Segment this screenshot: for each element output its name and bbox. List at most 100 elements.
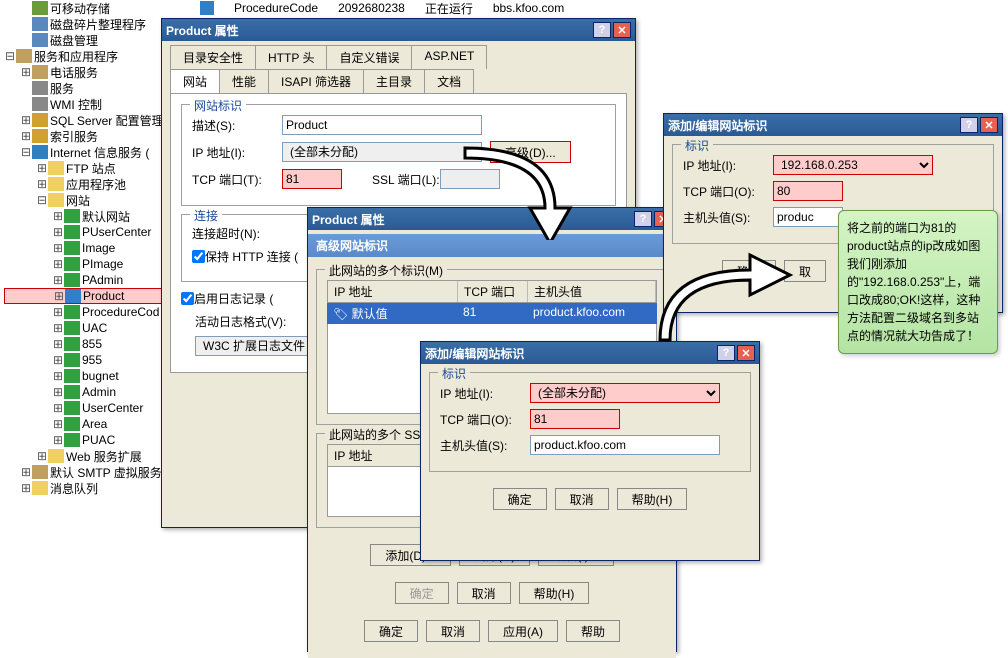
tree-icon [32, 65, 48, 79]
expand-icon[interactable]: ⊞ [53, 289, 65, 303]
tcp-port-input[interactable] [282, 169, 342, 189]
cancel-button[interactable]: 取消 [555, 488, 609, 510]
expand-icon[interactable]: ⊞ [52, 353, 64, 367]
tab[interactable]: 主目录 [363, 69, 425, 93]
expand-icon[interactable]: ⊞ [52, 209, 64, 223]
expand-icon[interactable]: ⊟ [20, 145, 32, 159]
cancel-button[interactable]: 取消 [457, 582, 511, 604]
tab[interactable]: ASP.NET [411, 45, 487, 69]
expand-icon[interactable]: ⊞ [52, 369, 64, 383]
keep-http-checkbox[interactable] [192, 250, 205, 263]
tree-icon [48, 177, 64, 191]
tab[interactable]: 文档 [424, 69, 474, 93]
tree-icon [64, 337, 80, 351]
tree-label: UserCenter [82, 401, 143, 415]
titlebar[interactable]: 添加/编辑网站标识 ? ✕ [664, 114, 1002, 136]
expand-icon[interactable]: ⊞ [52, 225, 64, 239]
tree-label: Web 服务扩展 [66, 448, 142, 465]
cancel-button[interactable]: 取消 [426, 620, 480, 642]
expand-icon[interactable]: ⊞ [20, 65, 32, 79]
expand-icon[interactable]: ⊞ [36, 161, 48, 175]
ok-button[interactable]: 确定 [364, 620, 418, 642]
expand-icon[interactable]: ⊞ [52, 241, 64, 255]
help-button[interactable]: 帮助(H) [617, 488, 688, 510]
expand-icon[interactable]: ⊞ [20, 129, 32, 143]
expand-icon[interactable]: ⊞ [20, 113, 32, 127]
expand-icon[interactable]: ⊞ [36, 177, 48, 191]
tab[interactable]: 性能 [219, 69, 269, 93]
tree-label: ProcedureCod [82, 305, 159, 319]
ok-button: 确定 [395, 582, 449, 604]
tree-label: Product [83, 289, 124, 303]
expand-icon[interactable]: ⊞ [52, 305, 64, 319]
host-header-input[interactable] [530, 435, 720, 455]
tree-label: 服务 [50, 80, 74, 97]
expand-icon[interactable]: ⊞ [52, 385, 64, 399]
tree-label: 消息队列 [50, 480, 98, 497]
tree-icon [32, 481, 48, 495]
apply-button[interactable]: 应用(A) [488, 620, 558, 642]
tcp-port-input[interactable] [530, 409, 620, 429]
tab[interactable]: HTTP 头 [255, 45, 327, 69]
help-icon[interactable]: ? [634, 211, 652, 227]
tree-label: 网站 [66, 192, 90, 209]
expand-icon[interactable]: ⊟ [36, 193, 48, 207]
proc-pid: 2092680238 [338, 1, 405, 15]
log-checkbox[interactable] [181, 292, 194, 305]
tree-label: Area [82, 417, 107, 431]
tree-icon [16, 49, 32, 63]
expand-icon[interactable]: ⊞ [20, 481, 32, 495]
tab[interactable]: ISAPI 筛选器 [268, 69, 364, 93]
tree-label: 默认网站 [82, 208, 130, 225]
expand-icon[interactable]: ⊞ [52, 417, 64, 431]
tree-icon [32, 129, 48, 143]
help-button[interactable]: 帮助(H) [519, 582, 590, 604]
tree-item[interactable]: 可移动存储 [4, 0, 204, 16]
expand-icon[interactable]: ⊞ [52, 257, 64, 271]
ok-button[interactable]: 确定 [493, 488, 547, 510]
top-process-bar: ProcedureCode 2092680238 正在运行 bbs.kfoo.c… [200, 0, 564, 16]
close-icon[interactable]: ✕ [980, 117, 998, 133]
tree-label: 855 [82, 337, 102, 351]
ip-select[interactable]: 192.168.0.253 [773, 155, 933, 175]
expand-icon[interactable]: ⊞ [52, 401, 64, 415]
tab[interactable]: 目录安全性 [170, 45, 256, 69]
tree-icon [65, 289, 81, 303]
desc-input[interactable] [282, 115, 482, 135]
close-icon[interactable]: ✕ [613, 22, 631, 38]
tree-label: 索引服务 [50, 128, 98, 145]
help-button[interactable]: 帮助 [566, 620, 620, 642]
hint-tooltip: 将之前的端口为81的product站点的ip改成如图我们刚添加的"192.168… [838, 210, 998, 354]
ip-select[interactable]: (全部未分配) [282, 142, 482, 162]
tree-label: SQL Server 配置管理 [50, 112, 164, 129]
expand-icon[interactable]: ⊟ [4, 49, 16, 63]
expand-icon[interactable]: ⊞ [52, 337, 64, 351]
tree-icon [32, 33, 48, 47]
expand-icon[interactable]: ⊞ [52, 433, 64, 447]
list-row[interactable]: 🏷 默认值 81 product.kfoo.com [327, 303, 657, 324]
tab-row-1: 目录安全性HTTP 头自定义错误ASP.NET [162, 41, 635, 69]
titlebar[interactable]: Product 属性 ? ✕ [162, 19, 635, 41]
help-icon[interactable]: ? [593, 22, 611, 38]
tcp-port-input[interactable] [773, 181, 843, 201]
tree-icon [64, 385, 80, 399]
tree-icon [32, 465, 48, 479]
tree-icon [64, 305, 80, 319]
expand-icon[interactable]: ⊞ [36, 449, 48, 463]
expand-icon[interactable]: ⊞ [20, 465, 32, 479]
tree-label: 磁盘管理 [50, 32, 98, 49]
ip-select[interactable]: (全部未分配) [530, 383, 720, 403]
host-header-input[interactable] [773, 207, 843, 227]
tree-icon [48, 449, 64, 463]
expand-icon[interactable]: ⊞ [52, 321, 64, 335]
list-header: IP 地址 TCP 端口 主机头值 [327, 280, 657, 303]
tree-label: 可移动存储 [50, 0, 110, 17]
expand-icon[interactable]: ⊞ [52, 273, 64, 287]
proc-status: 正在运行 [425, 0, 473, 17]
arrow-1 [455, 145, 575, 240]
tree-label: Image [82, 241, 115, 255]
tab[interactable]: 网站 [170, 69, 220, 93]
tree-icon [64, 241, 80, 255]
help-icon[interactable]: ? [960, 117, 978, 133]
tab[interactable]: 自定义错误 [326, 45, 412, 69]
